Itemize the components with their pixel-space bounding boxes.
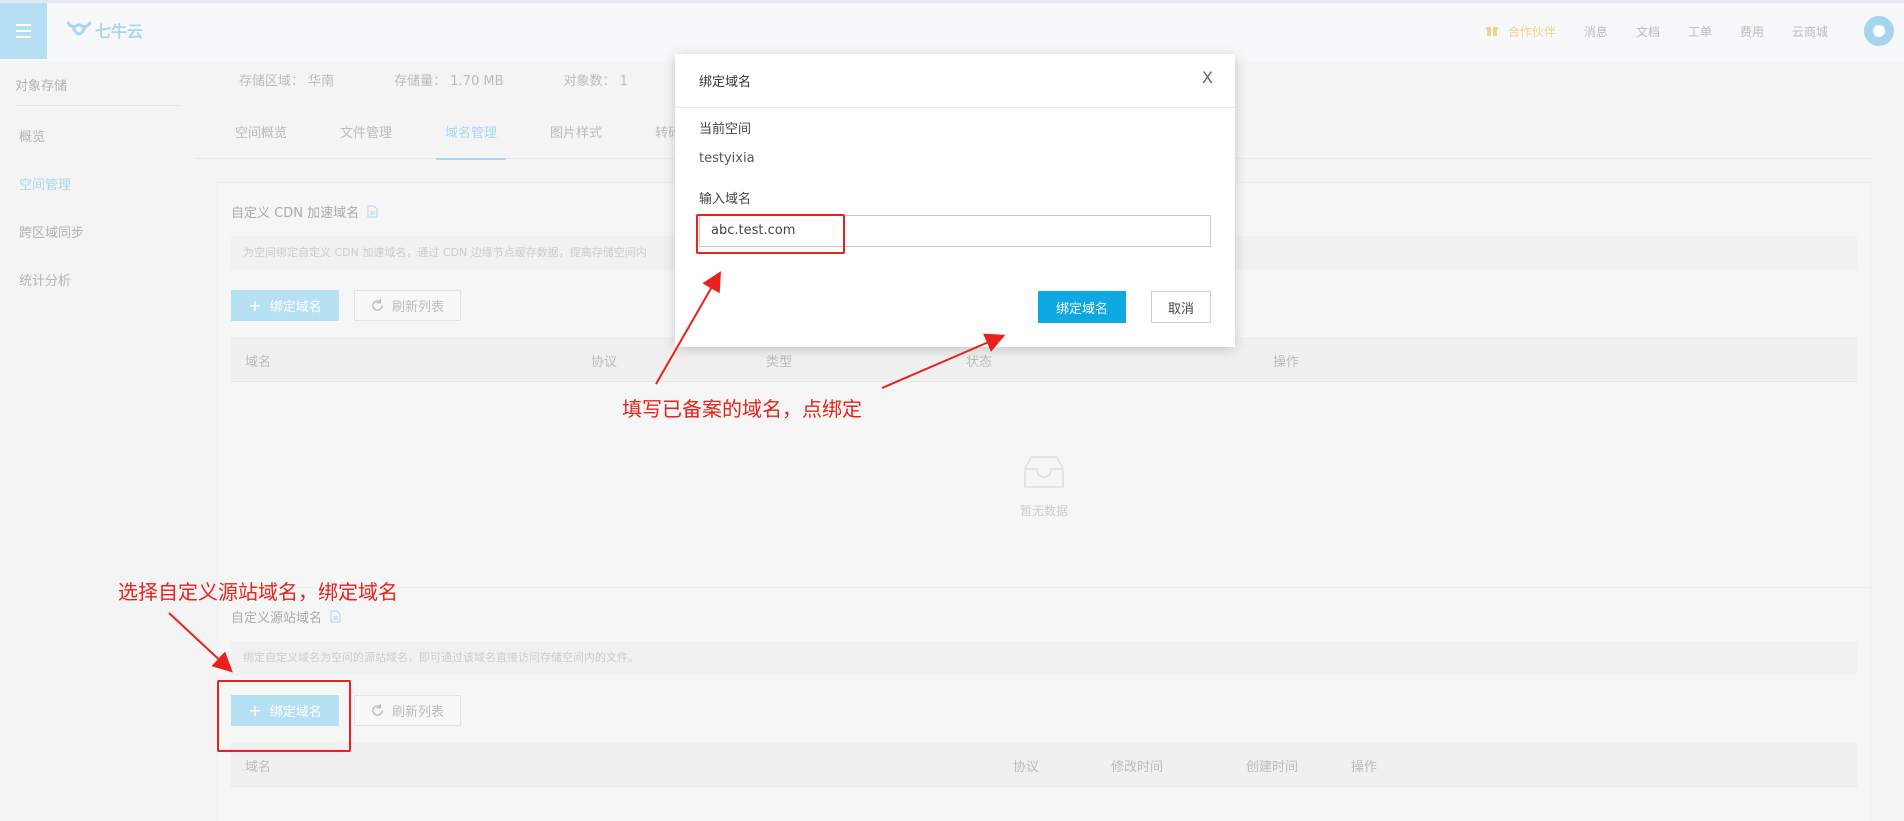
cdn-col-type: 类型 (766, 355, 793, 370)
info-objects: 对象数： 1 (563, 74, 628, 89)
origin-col-created: 创建时间 (1246, 760, 1299, 775)
nav-marketplace[interactable]: 云商城 (1792, 23, 1828, 40)
nav-partner-label: 合作伙伴 (1507, 24, 1556, 39)
info-region: 存储区域： 华南 (239, 74, 335, 89)
sidebar-section-title: 对象存储 (15, 79, 68, 94)
tab-file-management[interactable]: 文件管理 (300, 116, 392, 159)
annotation-box-bind-button (217, 680, 351, 752)
cdn-col-protocol: 协议 (591, 355, 618, 370)
refresh-icon (372, 704, 383, 716)
dialog-header: 绑定域名 X (675, 54, 1235, 108)
cdn-col-status: 状态 (966, 355, 993, 370)
plus-icon: + (248, 296, 262, 315)
logo[interactable]: 七牛云 (66, 18, 143, 42)
avatar[interactable] (1864, 16, 1894, 46)
cdn-refresh-list-button[interactable]: 刷新列表 (354, 290, 461, 321)
tab-transcode[interactable]: 转码 (615, 116, 681, 159)
cdn-bind-domain-label: 绑定域名 (269, 300, 322, 315)
user-icon (1873, 25, 1885, 37)
cdn-refresh-list-label: 刷新列表 (391, 300, 444, 315)
empty-tray-icon (1024, 456, 1064, 488)
qiniu-logo-icon (66, 21, 92, 36)
top-bar: 七牛云 合作伙伴 消息 文档 工单 费用 云商城 (0, 0, 1904, 61)
logo-text: 七牛云 (95, 22, 144, 41)
menu-button[interactable] (0, 3, 47, 59)
cdn-empty-state: 暂无数据 (218, 453, 1870, 519)
origin-domain-section: 自定义源站域名 绑定自定义域名为空间的源站域名，即可通过该域名直接访问存储空间内… (217, 587, 1871, 821)
tab-image-styles[interactable]: 图片样式 (510, 116, 602, 159)
origin-col-modified: 修改时间 (1111, 760, 1164, 775)
nav-partner[interactable]: 合作伙伴 (1485, 23, 1556, 40)
origin-col-domain: 域名 (245, 760, 272, 775)
document-icon[interactable] (367, 205, 378, 218)
dialog-title: 绑定域名 (699, 75, 752, 90)
origin-refresh-list-button[interactable]: 刷新列表 (354, 695, 461, 726)
info-storage: 存储量： 1.70 MB (394, 74, 504, 89)
top-nav: 合作伙伴 消息 文档 工单 费用 云商城 (1485, 3, 1904, 59)
origin-col-protocol: 协议 (1013, 760, 1040, 775)
origin-section-title-text: 自定义源站域名 (231, 611, 323, 626)
annotation-text-select-origin: 选择自定义源站域名，绑定域名 (118, 580, 398, 604)
nav-tickets[interactable]: 工单 (1688, 23, 1712, 40)
document-icon[interactable] (330, 610, 341, 623)
sidebar-divider (15, 105, 180, 106)
sidebar: 对象存储 概览 空间管理 跨区域同步 统计分析 (0, 61, 195, 821)
confirm-bind-button[interactable]: 绑定域名 (1038, 291, 1126, 323)
nav-messages[interactable]: 消息 (1584, 23, 1608, 40)
cdn-bind-domain-button[interactable]: + 绑定域名 (231, 290, 339, 321)
cancel-button[interactable]: 取消 (1151, 291, 1211, 323)
cdn-col-actions: 操作 (1273, 355, 1300, 370)
gift-icon (1485, 27, 1498, 36)
cdn-section-title-text: 自定义 CDN 加速域名 (231, 206, 360, 221)
origin-section-title: 自定义源站域名 (231, 607, 341, 626)
annotation-box-domain-input (696, 214, 845, 254)
refresh-icon (372, 299, 383, 311)
tab-domain-management[interactable]: 域名管理 (405, 116, 507, 160)
bind-domain-dialog: 绑定域名 X 当前空间 testyixia 输入域名 abc.test.com … (675, 54, 1235, 347)
origin-table-header: 域名 协议 修改时间 创建时间 操作 (231, 742, 1857, 787)
nav-billing[interactable]: 费用 (1740, 23, 1764, 40)
sidebar-item-cross-region-sync[interactable]: 跨区域同步 (19, 222, 84, 241)
current-space-label: 当前空间 (699, 122, 752, 137)
current-space-value: testyixia (699, 151, 755, 166)
annotation-text-fill-in: 填写已备案的域名，点绑定 (622, 397, 862, 421)
cdn-col-domain: 域名 (245, 355, 272, 370)
cdn-section-title: 自定义 CDN 加速域名 (231, 202, 378, 221)
tab-overview[interactable]: 空间概览 (195, 116, 287, 159)
hamburger-icon (16, 22, 31, 40)
origin-col-actions: 操作 (1351, 760, 1378, 775)
bucket-info: 存储区域： 华南 存储量： 1.70 MB 对象数： 1 (239, 70, 688, 89)
sidebar-item-space-management[interactable]: 空间管理 (19, 174, 71, 193)
empty-text: 暂无数据 (1019, 504, 1068, 518)
close-icon[interactable]: X (1202, 68, 1213, 87)
sidebar-item-overview[interactable]: 概览 (19, 126, 45, 145)
sidebar-item-statistics[interactable]: 统计分析 (19, 270, 71, 289)
origin-section-description: 绑定自定义域名为空间的源站域名，即可通过该域名直接访问存储空间内的文件。 (231, 641, 1857, 675)
origin-refresh-list-label: 刷新列表 (391, 705, 444, 720)
nav-docs[interactable]: 文档 (1636, 23, 1660, 40)
domain-input-label: 输入域名 (699, 192, 752, 207)
